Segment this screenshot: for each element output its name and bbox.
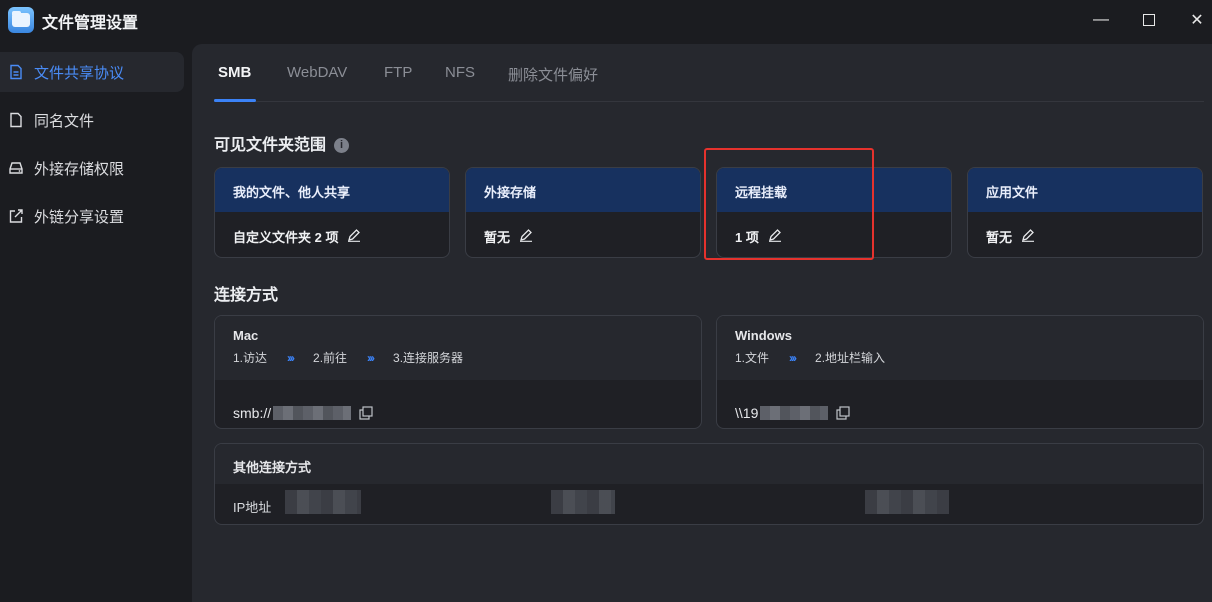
step-label: 1.访达 bbox=[233, 351, 268, 365]
close-button[interactable]: ✕ bbox=[1182, 6, 1212, 34]
tab-bar: SMB WebDAV FTP NFS 删除文件偏好 bbox=[214, 44, 1204, 102]
chevron-arrows-icon: ››› bbox=[367, 350, 375, 365]
folder-app-icon bbox=[8, 7, 34, 33]
step-label: 2.前往 bbox=[313, 351, 348, 365]
ip-address-row: IP地址 bbox=[215, 484, 1203, 524]
active-tab-indicator bbox=[214, 99, 256, 102]
scope-card-title: 应用文件 bbox=[968, 168, 1202, 212]
redacted-ip bbox=[551, 490, 615, 514]
window-title: 文件管理设置 bbox=[42, 15, 139, 32]
scope-card-app-files: 应用文件 暂无 bbox=[967, 167, 1203, 258]
connection-address-row: \\19 bbox=[717, 380, 1203, 428]
sidebar-item-label: 外链分享设置 bbox=[34, 208, 125, 226]
chevron-arrows-icon: ››› bbox=[789, 350, 797, 365]
tab-webdav[interactable]: WebDAV bbox=[287, 64, 347, 81]
scope-card-title: 我的文件、他人共享 bbox=[215, 168, 449, 212]
scope-card-value: 自定义文件夹 2 项 bbox=[215, 212, 449, 257]
connection-steps: 1.文件 ››› 2.地址栏输入 bbox=[735, 349, 1203, 366]
scope-section-title: 可见文件夹范围 i bbox=[214, 131, 350, 155]
sidebar: 文件共享协议 同名文件 外接存储权限 外链分享设置 bbox=[0, 44, 192, 602]
sidebar-item-same-name-files[interactable]: 同名文件 bbox=[0, 100, 184, 140]
scope-card-my-files: 我的文件、他人共享 自定义文件夹 2 项 bbox=[214, 167, 450, 258]
edit-pencil-icon[interactable] bbox=[347, 228, 361, 242]
minimize-button[interactable]: — bbox=[1086, 6, 1116, 34]
copy-icon[interactable] bbox=[359, 406, 373, 420]
connection-card-header: Mac 1.访达 ››› 2.前往 ››› 3.连接服务器 bbox=[215, 316, 701, 380]
smb-address: smb:// bbox=[233, 405, 272, 421]
unc-address: \\19 bbox=[735, 405, 759, 421]
scope-card-value: 暂无 bbox=[466, 212, 700, 257]
chevron-arrows-icon: ››› bbox=[287, 350, 295, 365]
sidebar-item-label: 文件共享协议 bbox=[34, 64, 125, 82]
step-label: 3.连接服务器 bbox=[393, 351, 464, 365]
step-label: 2.地址栏输入 bbox=[815, 351, 886, 365]
other-connection-title: 其他连接方式 bbox=[215, 444, 1203, 484]
document-icon bbox=[8, 64, 24, 80]
redacted-address bbox=[273, 406, 352, 420]
edit-pencil-icon[interactable] bbox=[1021, 228, 1035, 242]
edit-pencil-icon[interactable] bbox=[519, 228, 533, 242]
sidebar-item-file-sharing-protocol[interactable]: 文件共享协议 bbox=[0, 52, 184, 92]
sidebar-item-share-link-settings[interactable]: 外链分享设置 bbox=[0, 196, 184, 236]
share-link-icon bbox=[8, 208, 24, 224]
connection-address-row: smb:// bbox=[215, 380, 701, 428]
connection-os-name: Windows bbox=[735, 328, 792, 343]
connection-card-windows: Windows 1.文件 ››› 2.地址栏输入 \\19 bbox=[716, 315, 1204, 429]
drive-icon bbox=[8, 160, 24, 176]
sidebar-item-label: 同名文件 bbox=[34, 112, 95, 130]
tab-ftp[interactable]: FTP bbox=[384, 64, 412, 81]
redacted-address bbox=[760, 406, 829, 420]
maximize-button[interactable] bbox=[1134, 6, 1164, 34]
title-bar: 文件管理设置 — ✕ bbox=[0, 0, 1212, 40]
connection-card-header: Windows 1.文件 ››› 2.地址栏输入 bbox=[717, 316, 1203, 380]
file-icon bbox=[8, 112, 24, 128]
scope-card-title: 外接存储 bbox=[466, 168, 700, 212]
tab-smb[interactable]: SMB bbox=[218, 64, 251, 81]
copy-icon[interactable] bbox=[836, 406, 850, 420]
sidebar-item-external-storage-permission[interactable]: 外接存储权限 bbox=[0, 148, 184, 188]
redacted-ip bbox=[285, 490, 361, 514]
redacted-ip bbox=[865, 490, 949, 514]
tab-nfs[interactable]: NFS bbox=[445, 64, 475, 81]
annotation-highlight-box bbox=[704, 148, 874, 260]
scope-card-external-storage: 外接存储 暂无 bbox=[465, 167, 701, 258]
other-connection-card: 其他连接方式 IP地址 bbox=[214, 443, 1204, 525]
connection-steps: 1.访达 ››› 2.前往 ››› 3.连接服务器 bbox=[233, 349, 701, 366]
sidebar-item-label: 外接存储权限 bbox=[34, 160, 125, 178]
main-panel: SMB WebDAV FTP NFS 删除文件偏好 可见文件夹范围 i 我的文件、… bbox=[192, 44, 1212, 602]
scope-card-value-text: 暂无 bbox=[484, 230, 511, 245]
tab-delete-file-preference[interactable]: 删除文件偏好 bbox=[508, 64, 598, 85]
scope-card-value: 暂无 bbox=[968, 212, 1202, 257]
scope-card-value-text: 暂无 bbox=[986, 230, 1013, 245]
scope-title-text: 可见文件夹范围 bbox=[214, 137, 327, 154]
connection-os-name: Mac bbox=[233, 328, 259, 343]
maximize-icon bbox=[1143, 14, 1155, 26]
connection-card-mac: Mac 1.访达 ››› 2.前往 ››› 3.连接服务器 smb:// bbox=[214, 315, 702, 429]
step-label: 1.文件 bbox=[735, 351, 770, 365]
connection-section-title: 连接方式 bbox=[214, 287, 279, 304]
ip-address-label: IP地址 bbox=[233, 500, 272, 515]
scope-card-value-text: 自定义文件夹 2 项 bbox=[233, 230, 339, 245]
info-icon[interactable]: i bbox=[334, 137, 350, 153]
